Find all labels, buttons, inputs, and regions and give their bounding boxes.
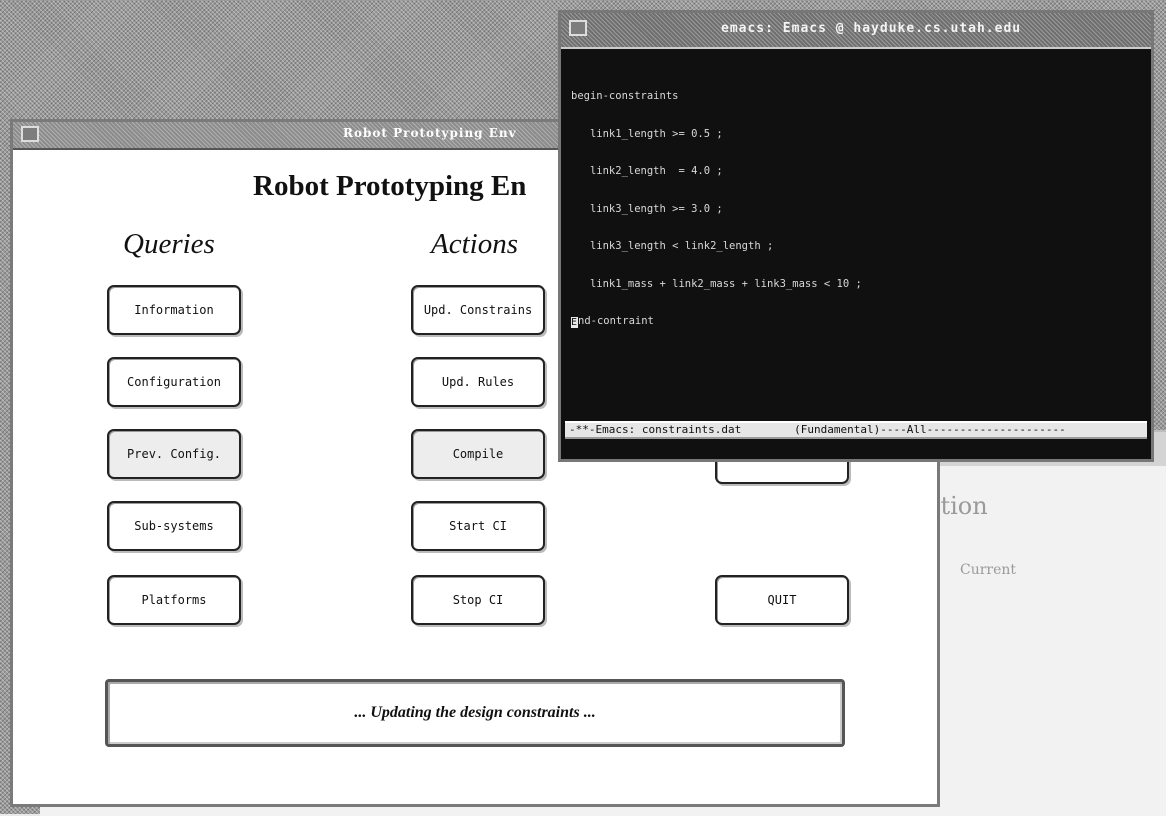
text-cursor: E — [571, 317, 578, 328]
queries-heading: Queries — [123, 228, 215, 260]
quit-button[interactable]: QUIT — [715, 575, 849, 625]
background-window-label: Current — [960, 562, 1017, 578]
emacs-window-menu-icon[interactable] — [569, 20, 587, 36]
window-menu-icon[interactable] — [21, 126, 39, 142]
editor-line-text: nd-contraint — [578, 315, 654, 327]
sub-systems-button[interactable]: Sub-systems — [107, 501, 241, 551]
stop-ci-button[interactable]: Stop CI — [411, 575, 545, 625]
configuration-button[interactable]: Configuration — [107, 357, 241, 407]
editor-line: link1_mass + link2_mass + link3_mass < 1… — [571, 277, 862, 290]
start-ci-button[interactable]: Start CI — [411, 501, 545, 551]
emacs-title: emacs: Emacs @ hayduke.cs.utah.edu — [721, 21, 1022, 36]
status-message: ... Updating the design constraints ... — [105, 679, 845, 747]
actions-heading: Actions — [431, 228, 518, 260]
editor-line: link3_length >= 3.0 ; — [571, 202, 723, 215]
editor-line: link3_length < link2_length ; — [571, 240, 774, 252]
prev-config-button[interactable]: Prev. Config. — [107, 429, 241, 479]
compile-button[interactable]: Compile — [411, 429, 545, 479]
emacs-modeline: -**-Emacs: constraints.dat (Fundamental)… — [565, 421, 1147, 439]
editor-line: link2_length = 4.0 ; — [571, 165, 723, 177]
platforms-button[interactable]: Platforms — [107, 575, 241, 625]
update-rules-button[interactable]: Upd. Rules — [411, 357, 545, 407]
emacs-titlebar[interactable]: emacs: Emacs @ hayduke.cs.utah.edu — [561, 13, 1151, 49]
editor-line: begin-constraints — [571, 90, 679, 102]
update-constraints-button[interactable]: Upd. Constrains — [411, 285, 545, 335]
emacs-window: emacs: Emacs @ hayduke.cs.utah.edu begin… — [558, 10, 1154, 462]
information-button[interactable]: Information — [107, 285, 241, 335]
editor-line: link1_length >= 0.5 ; — [571, 127, 723, 140]
editor-line: End-contraint — [571, 315, 1141, 328]
emacs-editor[interactable]: begin-constraints link1_length >= 0.5 ; … — [571, 65, 1141, 405]
